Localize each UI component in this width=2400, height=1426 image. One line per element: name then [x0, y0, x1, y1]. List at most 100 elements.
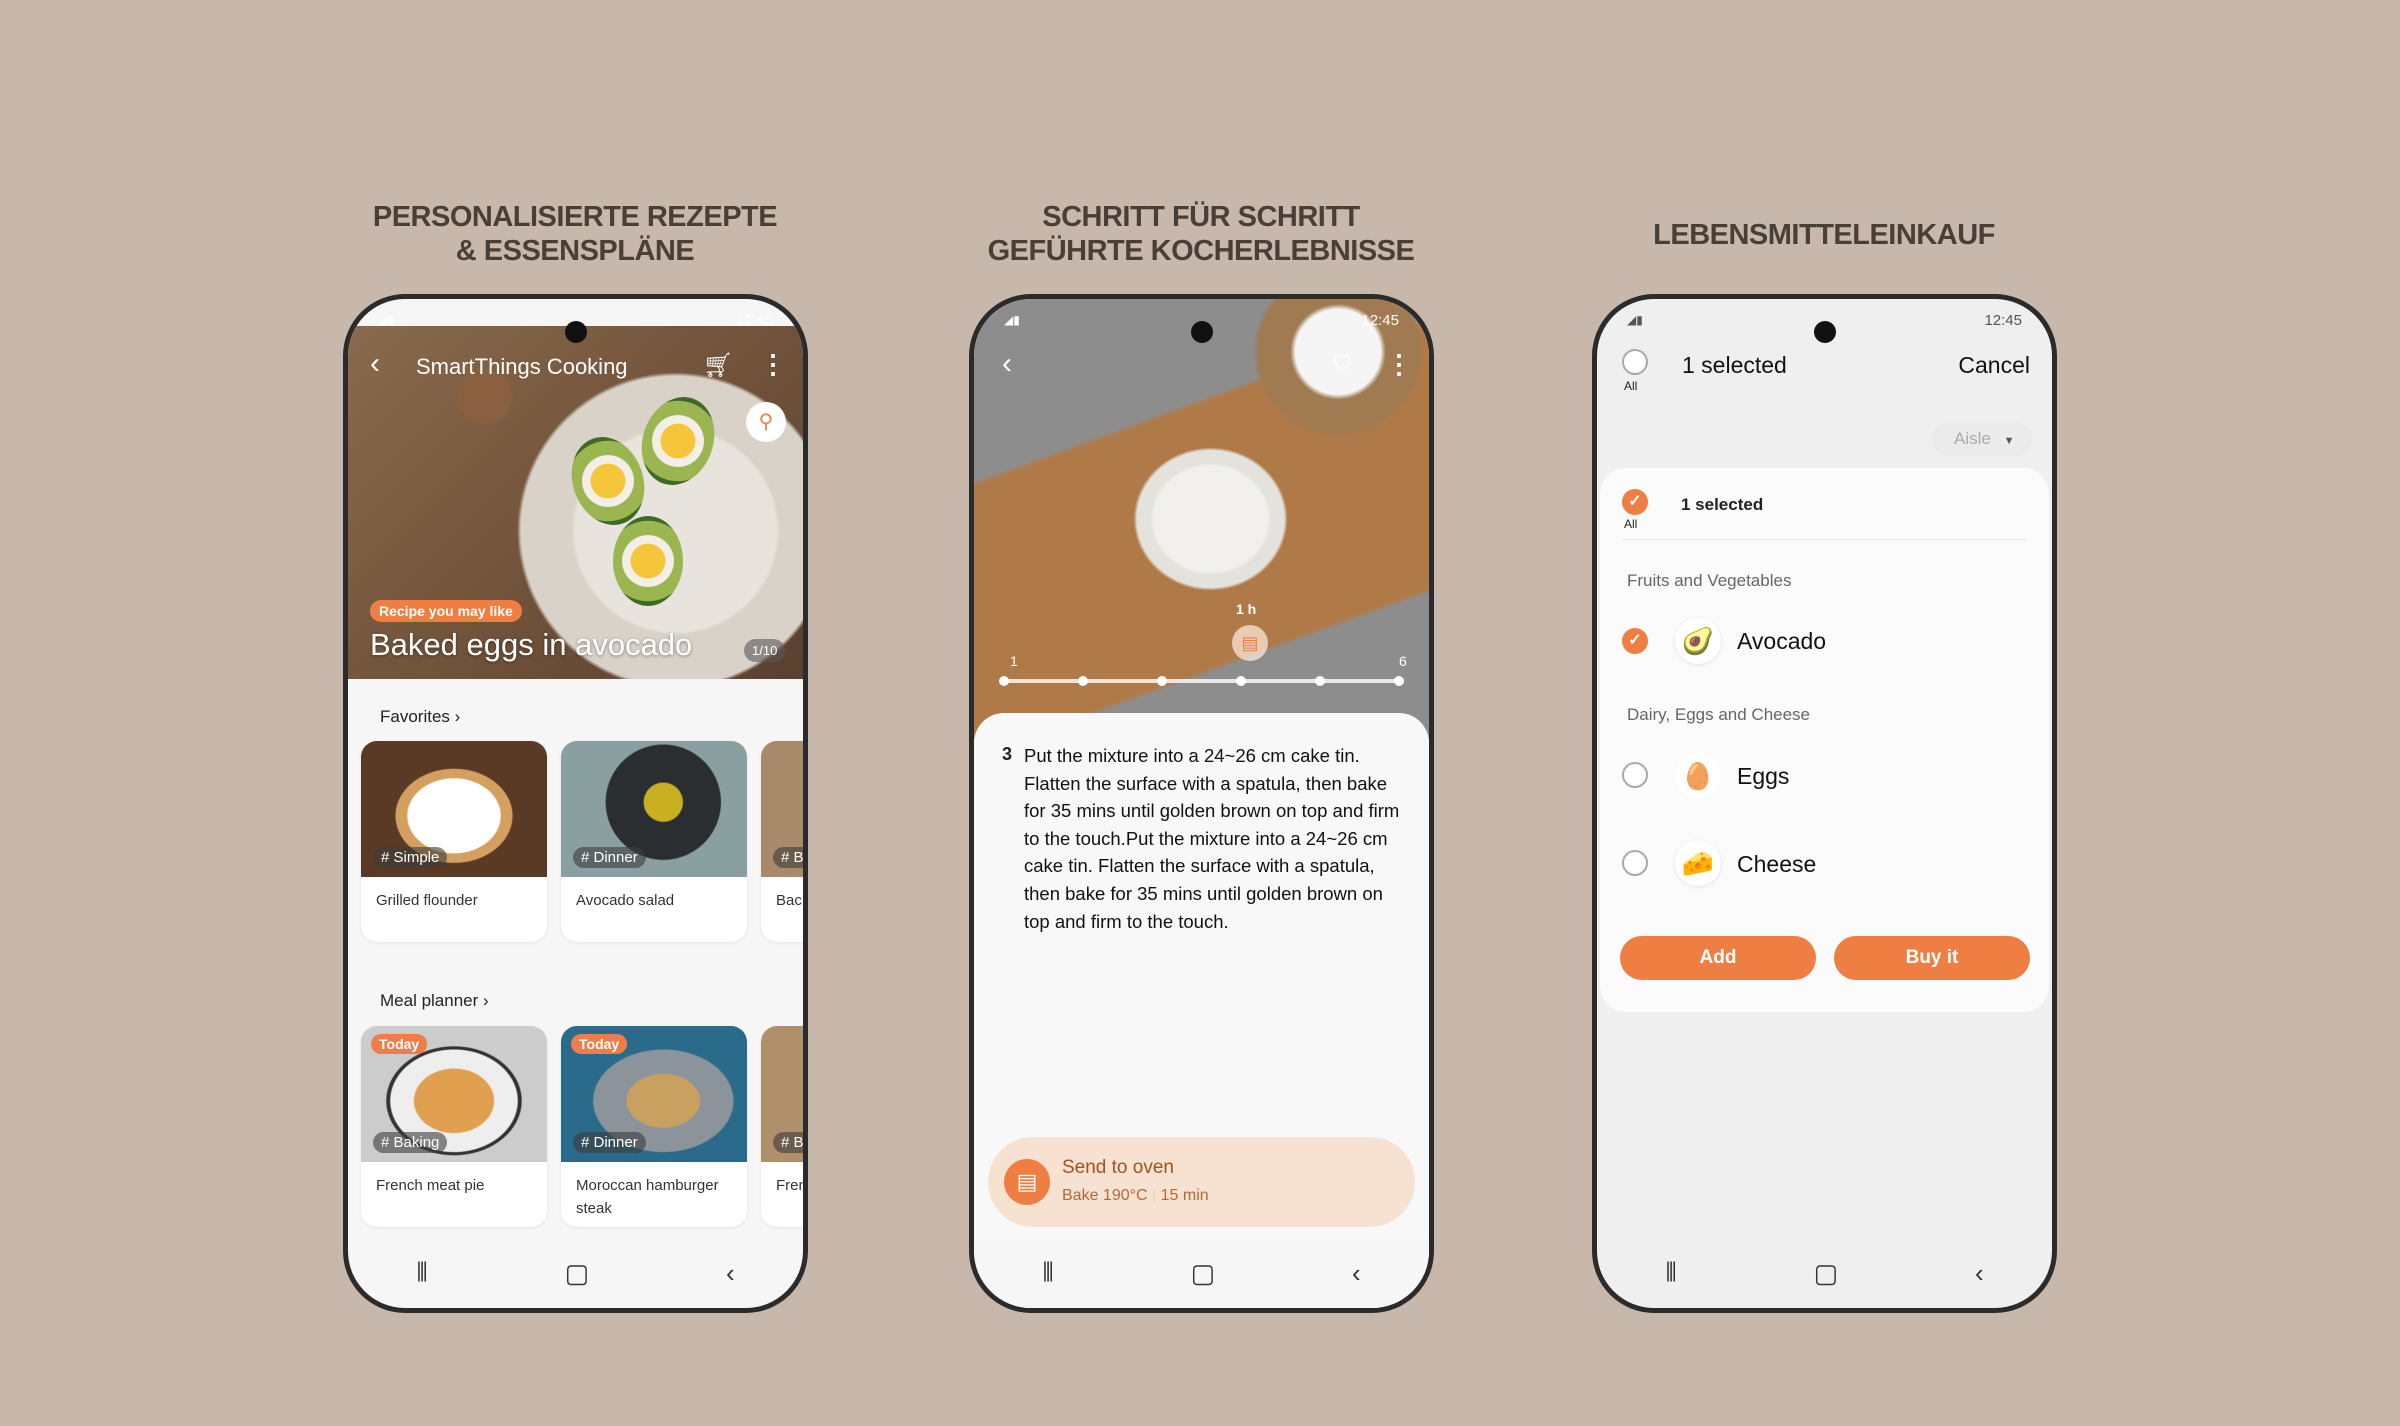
category-header: Dairy, Eggs and Cheese [1627, 705, 1811, 724]
step-dot[interactable] [999, 676, 1009, 686]
cheese-icon: 🧀 [1675, 840, 1721, 886]
oven-mode: Bake 190°C [1062, 1187, 1148, 1204]
back-nav-icon[interactable]: ‹ [1975, 1258, 1984, 1289]
item-checkbox[interactable] [1622, 850, 1648, 876]
oven-title: Send to oven [1062, 1157, 1174, 1178]
meal-planner-header[interactable]: Meal planner › [380, 991, 489, 1011]
recipe-name: Moroccan hamburger steak [576, 1177, 719, 1217]
oven-marker-icon[interactable]: ▤ [1232, 625, 1268, 661]
item-checkbox-checked[interactable]: ✓ [1622, 628, 1648, 654]
select-all-checkbox[interactable] [1622, 349, 1648, 375]
cancel-button[interactable]: Cancel [1958, 352, 2030, 379]
step-dot[interactable] [1315, 676, 1325, 686]
add-button[interactable]: Add [1620, 936, 1816, 980]
step-number: 3 [1002, 744, 1013, 764]
chevron-right-icon: › [483, 991, 489, 1010]
step-image [974, 299, 1429, 739]
recipe-name: Fren [776, 1177, 803, 1194]
back-icon[interactable]: ‹ [370, 347, 380, 381]
heading-line: & ESSENSPLÄNE [455, 235, 695, 267]
more-icon[interactable]: ⋮ [760, 349, 786, 380]
item-checkbox[interactable] [1622, 762, 1648, 788]
back-nav-icon[interactable]: ‹ [726, 1258, 735, 1289]
item-name: Eggs [1737, 763, 1790, 789]
step-progress-slider[interactable] [999, 676, 1404, 686]
step-start: 1 [1010, 653, 1018, 669]
sort-value: Aisle [1954, 429, 1991, 448]
clock: 12:45 [735, 312, 773, 329]
tag: # B [773, 1132, 803, 1153]
recommend-badge: Recipe you may like [370, 600, 522, 622]
signal-icon: ◢▮ [1004, 313, 1020, 327]
home-icon[interactable]: ▢ [1814, 1258, 1839, 1289]
oven-icon: ▤ [1004, 1159, 1050, 1205]
signal-icon: ◢▮ [378, 313, 394, 327]
item-name: Avocado [1737, 628, 1827, 654]
clock: 12:45 [1984, 312, 2022, 329]
favorites-header[interactable]: Favorites › [380, 707, 460, 727]
sort-dropdown[interactable]: Aisle ▼ [1932, 422, 2032, 456]
recents-icon[interactable]: ⦀ [1665, 1257, 1676, 1289]
dropdown-arrow-icon: ▼ [2003, 435, 2015, 447]
buy-button[interactable]: Buy it [1834, 936, 2030, 980]
phone-recipes: ◢▮ 12:45 ‹ SmartThings Cooking 🛒︎ ⋮ ⚲ Rec… [343, 294, 808, 1313]
heading-guided: SCHRITT FÜR SCHRITT GEFÜHRTE KOCHERLEBNIS… [901, 200, 1501, 268]
select-all-label: All [1624, 379, 1638, 393]
shopping-list-card [1600, 468, 2049, 1012]
heading-line: GEFÜHRTE KOCHERLEBNISSE [987, 235, 1415, 267]
meal-card[interactable]: Today # Baking French meat pie [361, 1026, 547, 1227]
divider [1622, 539, 2027, 540]
item-name: Cheese [1737, 851, 1817, 877]
tag: # Baking [373, 1132, 448, 1153]
home-icon[interactable]: ▢ [1191, 1258, 1216, 1289]
eggs-icon: 🥚 [1675, 753, 1721, 799]
screen: ◢▮ 12:45 ‹ SmartThings Cooking 🛒︎ ⋮ ⚲ Rec… [348, 299, 803, 1308]
bookmark-icon[interactable]: ⛉ [1334, 351, 1351, 377]
recents-icon[interactable]: ⦀ [416, 1257, 427, 1289]
more-icon[interactable]: ⋮ [1386, 349, 1412, 380]
category-header: Fruits and Vegetables [1627, 571, 1792, 590]
nav-bar: ⦀ ▢ ‹ [1597, 1238, 2052, 1308]
recents-icon[interactable]: ⦀ [1042, 1257, 1053, 1289]
step-text: Put the mixture into a 24~26 cm cake tin… [1024, 745, 1400, 932]
oven-settings: Bake 190°C | 15 min [1062, 1187, 1209, 1204]
phone-guided: ◢▮ 12:45 ‹ ⛉ ⋮ 1 h ▤ 1 6 3 Put the mixtur… [969, 294, 1434, 1313]
step-dot[interactable] [1236, 676, 1246, 686]
recipe-name: Avocado salad [576, 892, 675, 909]
pager: 1/10 [744, 639, 786, 662]
nav-bar: ⦀ ▢ ‹ [974, 1238, 1429, 1308]
search-button[interactable]: ⚲ [746, 402, 786, 442]
heading-line: PERSONALISIERTE REZEPTE [372, 201, 778, 233]
meal-card[interactable]: Today # Dinner Moroccan hamburger steak [561, 1026, 747, 1227]
recipe-title[interactable]: Baked eggs in avocado [370, 627, 692, 663]
step-dot[interactable] [1394, 676, 1404, 686]
section-title: Meal planner [380, 991, 479, 1010]
back-icon[interactable]: ‹ [1002, 347, 1012, 381]
tag: # Dinner [573, 847, 646, 868]
step-dot[interactable] [1078, 676, 1088, 686]
cart-icon[interactable]: 🛒︎ [703, 351, 733, 380]
list-select-all-checkbox[interactable]: ✓ [1622, 489, 1648, 515]
selected-count: 1 selected [1682, 352, 1787, 378]
clock: 12:45 [1361, 312, 1399, 329]
heading-recipes: PERSONALISIERTE REZEPTE & ESSENSPLÄNE [275, 200, 875, 268]
home-icon[interactable]: ▢ [565, 1258, 590, 1289]
recipe-card[interactable]: # Dinner Avocado salad [561, 741, 747, 942]
step-dot[interactable] [1157, 676, 1167, 686]
recipe-card[interactable]: # B Bac [761, 741, 803, 942]
camera [1190, 321, 1213, 343]
tag: # Dinner [573, 1132, 646, 1153]
send-to-oven-button[interactable]: ▤ Send to oven Bake 190°C | 15 min [988, 1137, 1415, 1227]
app-title: SmartThings Cooking [416, 354, 628, 379]
recipe-name: French meat pie [376, 1177, 485, 1194]
chevron-right-icon: › [454, 707, 461, 726]
screen: ◢▮ 12:45 ‹ ⛉ ⋮ 1 h ▤ 1 6 3 Put the mixtur… [974, 299, 1429, 1308]
timer-label: 1 h [1236, 601, 1257, 617]
recipe-card[interactable]: # Simple Grilled flounder [361, 741, 547, 942]
nav-bar: ⦀ ▢ ‹ [348, 1238, 803, 1308]
heading-line: LEBENSMITTELEINKAUF [1653, 219, 1995, 251]
back-nav-icon[interactable]: ‹ [1352, 1258, 1361, 1289]
meal-card[interactable]: # B Fren [761, 1026, 803, 1227]
oven-time: 15 min [1160, 1187, 1209, 1204]
signal-icon: ◢▮ [1627, 313, 1643, 327]
